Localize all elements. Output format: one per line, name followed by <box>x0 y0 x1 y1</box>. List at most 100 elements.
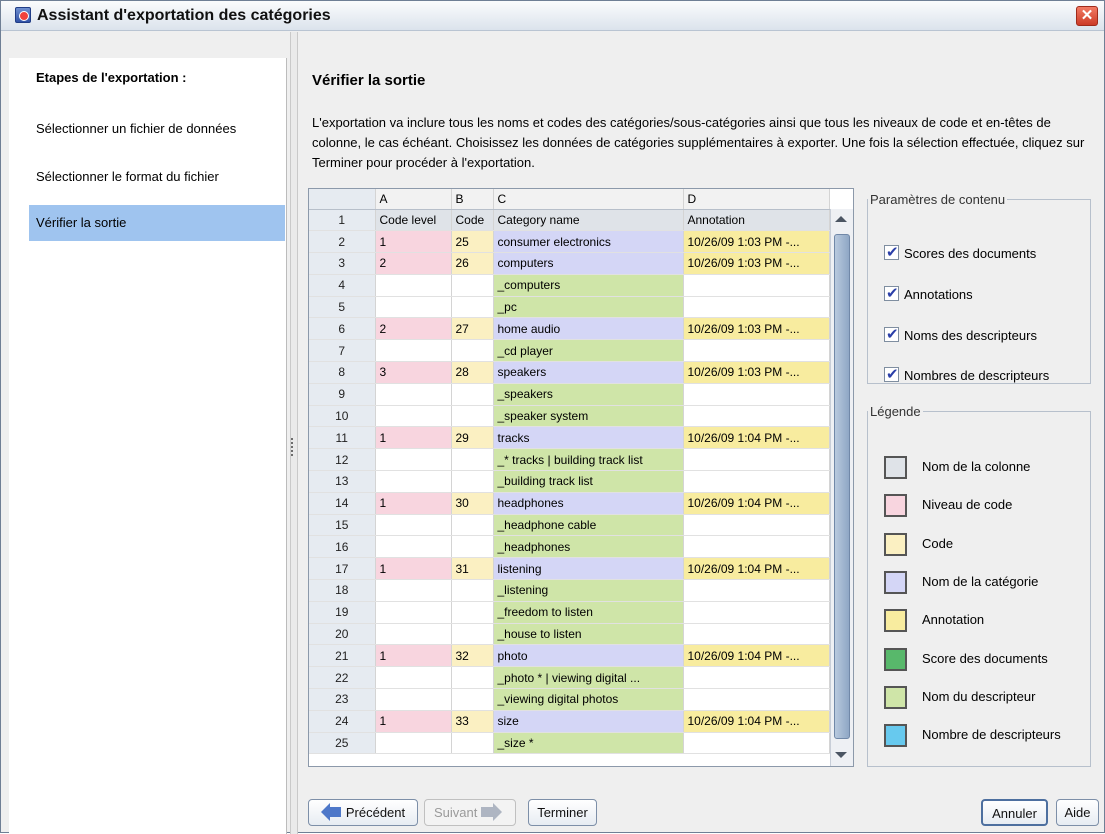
grid-cell[interactable]: 10/26/09 1:03 PM -... <box>683 361 830 384</box>
grid-cell[interactable]: 10/26/09 1:04 PM -... <box>683 557 830 581</box>
grid-cell[interactable] <box>451 514 494 537</box>
grid-cell[interactable] <box>683 688 830 711</box>
step-select-file-format[interactable]: Sélectionner le format du fichier <box>29 159 285 195</box>
grid-cell[interactable]: 10/26/09 1:03 PM -... <box>683 252 830 275</box>
grid-cell[interactable]: 1 <box>375 426 452 450</box>
grid-cell[interactable] <box>451 470 494 493</box>
splitter[interactable] <box>290 32 298 834</box>
grid-cell[interactable] <box>683 732 830 755</box>
grid-cell[interactable] <box>683 339 830 363</box>
grid-cell[interactable]: size <box>493 710 684 733</box>
grid-cell[interactable]: 10/26/09 1:03 PM -... <box>683 317 830 341</box>
grid-cell[interactable]: _cd player <box>493 339 684 363</box>
vertical-scrollbar[interactable] <box>830 209 853 766</box>
grid-cell[interactable] <box>683 666 830 690</box>
grid-cell[interactable]: 33 <box>451 710 494 733</box>
grid-cell[interactable]: computers <box>493 252 684 275</box>
grid-cell[interactable] <box>451 666 494 690</box>
grid-cell[interactable]: consumer electronics <box>493 230 684 254</box>
grid-cell[interactable] <box>451 405 494 428</box>
grid-cell[interactable]: 10/26/09 1:04 PM -... <box>683 426 830 450</box>
grid-cell[interactable] <box>683 535 830 559</box>
grid-cell[interactable]: Code <box>451 209 494 232</box>
scroll-down-icon[interactable] <box>835 752 847 758</box>
grid-cell[interactable]: 29 <box>451 426 494 450</box>
grid-cell[interactable]: _pc <box>493 296 684 319</box>
grid-cell[interactable] <box>375 732 452 755</box>
grid-cell[interactable]: speakers <box>493 361 684 384</box>
scrollbar-thumb[interactable] <box>834 234 850 739</box>
grid-cell[interactable] <box>683 623 830 646</box>
descriptor-names-checkbox[interactable]: Noms des descripteurs <box>884 325 1037 343</box>
cancel-button[interactable]: Annuler <box>981 799 1048 826</box>
grid-cell[interactable] <box>683 405 830 428</box>
grid-cell[interactable] <box>375 535 452 559</box>
grid-cell[interactable]: _* tracks | building track list <box>493 448 684 472</box>
grid-cell[interactable]: 10/26/09 1:03 PM -... <box>683 230 830 254</box>
column-header-a[interactable]: A <box>375 189 452 210</box>
grid-cell[interactable]: Category name <box>493 209 684 232</box>
grid-cell[interactable] <box>451 339 494 363</box>
grid-cell[interactable]: headphones <box>493 492 684 515</box>
grid-cell[interactable] <box>451 688 494 711</box>
grid-cell[interactable] <box>451 601 494 624</box>
grid-cell[interactable] <box>683 383 830 406</box>
grid-cell[interactable]: tracks <box>493 426 684 450</box>
grid-cell[interactable]: _computers <box>493 274 684 297</box>
grid-cell[interactable]: 2 <box>375 317 452 341</box>
grid-cell[interactable] <box>683 579 830 602</box>
grid-cell[interactable] <box>375 339 452 363</box>
annotations-checkbox[interactable]: Annotations <box>884 284 973 302</box>
grid-cell[interactable]: 25 <box>451 230 494 254</box>
grid-cell[interactable] <box>683 296 830 319</box>
scroll-up-icon[interactable] <box>835 216 847 222</box>
grid-cell[interactable] <box>375 601 452 624</box>
grid-cell[interactable] <box>683 470 830 493</box>
grid-cell[interactable] <box>375 405 452 428</box>
grid-cell[interactable]: 1 <box>375 710 452 733</box>
grid-cell[interactable] <box>375 579 452 602</box>
grid-cell[interactable]: 1 <box>375 230 452 254</box>
step-select-data-file[interactable]: Sélectionner un fichier de données <box>29 111 285 147</box>
grid-cell[interactable] <box>451 732 494 755</box>
grid-cell[interactable]: _headphone cable <box>493 514 684 537</box>
grid-cell[interactable]: _house to listen <box>493 623 684 646</box>
grid-cell[interactable]: _listening <box>493 579 684 602</box>
grid-cell[interactable] <box>375 448 452 472</box>
grid-cell[interactable]: 30 <box>451 492 494 515</box>
help-button[interactable]: Aide <box>1056 799 1099 826</box>
document-scores-checkbox[interactable]: Scores des documents <box>884 243 1036 261</box>
column-header-b[interactable]: B <box>451 189 494 210</box>
grid-cell[interactable]: _speaker system <box>493 405 684 428</box>
grid-cell[interactable] <box>683 514 830 537</box>
grid-cell[interactable] <box>375 383 452 406</box>
grid-cell[interactable]: 10/26/09 1:04 PM -... <box>683 644 830 668</box>
grid-cell[interactable]: 3 <box>375 361 452 384</box>
grid-cell[interactable] <box>375 296 452 319</box>
grid-cell[interactable]: _speakers <box>493 383 684 406</box>
finish-button[interactable]: Terminer <box>528 799 597 826</box>
next-button[interactable]: Suivant <box>424 799 516 826</box>
grid-cell[interactable] <box>451 535 494 559</box>
grid-cell[interactable] <box>375 470 452 493</box>
grid-cell[interactable]: 27 <box>451 317 494 341</box>
grid-cell[interactable]: home audio <box>493 317 684 341</box>
grid-cell[interactable]: 1 <box>375 644 452 668</box>
grid-cell[interactable]: 2 <box>375 252 452 275</box>
grid-cell[interactable]: _freedom to listen <box>493 601 684 624</box>
grid-cell[interactable]: 32 <box>451 644 494 668</box>
grid-cell[interactable] <box>451 274 494 297</box>
grid-cell[interactable]: 10/26/09 1:04 PM -... <box>683 710 830 733</box>
grid-cell[interactable]: _photo * | viewing digital ... <box>493 666 684 690</box>
step-verify-output[interactable]: Vérifier la sortie <box>29 205 285 241</box>
grid-cell[interactable] <box>375 274 452 297</box>
grid-cell[interactable]: _headphones <box>493 535 684 559</box>
grid-cell[interactable] <box>683 448 830 472</box>
previous-button[interactable]: Précédent <box>308 799 418 826</box>
grid-cell[interactable] <box>375 688 452 711</box>
grid-cell[interactable] <box>683 274 830 297</box>
column-header-c[interactable]: C <box>493 189 684 210</box>
grid-cell[interactable]: 28 <box>451 361 494 384</box>
grid-cell[interactable] <box>451 383 494 406</box>
grid-cell[interactable]: _viewing digital photos <box>493 688 684 711</box>
